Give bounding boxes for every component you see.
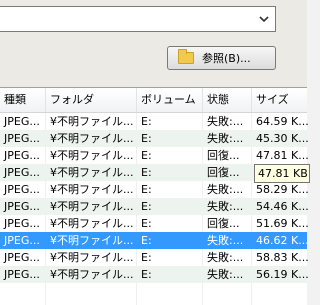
cell-type: JPEG... [4,115,40,128]
size-tooltip: 47.81 KB ( [254,164,310,183]
cell-status: 失敗:... [207,132,244,145]
options-panel: 参照(B)... [0,0,307,87]
cell-type: JPEG... [4,166,40,179]
chevron-down-icon[interactable] [256,10,272,28]
column-header-folder[interactable]: フォルダ [46,88,137,112]
cell-volume: E: [141,251,152,264]
table-row[interactable]: JPEG... ¥不明ファイル... E: 失敗:... 58.29 K... [0,181,309,198]
cell-status: 回復... [207,149,240,162]
column-header-size[interactable]: サイズ [252,88,312,112]
cell-status: 失敗:... [207,115,244,128]
table-row[interactable]: JPEG... ¥不明ファイル... E: 失敗:... 64.59 K... [0,113,309,130]
cell-type: JPEG... [4,217,40,230]
cell-size: 64.59 K... [256,115,309,128]
cell-status: 失敗:... [207,200,244,213]
cell-type: JPEG... [4,149,40,162]
cell-status: 失敗:... [207,234,244,247]
cell-volume: E: [141,149,152,162]
cell-type: JPEG... [4,183,40,196]
cell-type: JPEG... [4,200,40,213]
cell-size: 58.83 K... [256,251,309,264]
destination-combo[interactable] [0,6,276,32]
cell-folder: ¥不明ファイル... [50,132,134,145]
cell-size: 46.62 K... [256,234,309,247]
cell-status: 失敗:... [207,268,244,281]
table-row[interactable]: JPEG... ¥不明ファイル... E: 失敗:... 46.62 K... [0,232,309,249]
folder-icon [178,49,194,64]
cell-size: 58.29 K... [256,183,309,196]
cell-volume: E: [141,132,152,145]
cell-volume: E: [141,183,152,196]
table-row[interactable]: JPEG... ¥不明ファイル... E: 回復... 51.69 K... [0,215,309,232]
cell-folder: ¥不明ファイル... [50,166,134,179]
cell-volume: E: [141,200,152,213]
table-row[interactable]: JPEG... ¥不明ファイル... E: 失敗:... 45.30 K... [0,130,309,147]
cell-size: 51.69 K... [256,217,309,230]
cell-folder: ¥不明ファイル... [50,183,134,196]
cell-status: 失敗:... [207,183,244,196]
cell-type: JPEG... [4,234,40,247]
cell-volume: E: [141,115,152,128]
cell-type: JPEG... [4,132,40,145]
cell-size: 47.81 K... [256,149,309,162]
cell-size: 54.46 K... [256,200,309,213]
column-header-volume[interactable]: ボリューム [137,88,203,112]
cell-folder: ¥不明ファイル... [50,268,134,281]
cell-type: JPEG... [4,268,40,281]
cell-folder: ¥不明ファイル... [50,149,134,162]
cell-status: 回復... [207,217,240,230]
table-row[interactable]: JPEG... ¥不明ファイル... E: 失敗:... 58.83 K... [0,249,309,266]
table-row[interactable]: JPEG... ¥不明ファイル... E: 回復... 47.81 K... [0,147,309,164]
cell-folder: ¥不明ファイル... [50,251,134,264]
cell-folder: ¥不明ファイル... [50,115,134,128]
cell-folder: ¥不明ファイル... [50,200,134,213]
cell-size: 45.30 K... [256,132,309,145]
cell-volume: E: [141,166,152,179]
cell-folder: ¥不明ファイル... [50,217,134,230]
table-row[interactable]: JPEG... ¥不明ファイル... E: 失敗:... 54.46 K... [0,198,309,215]
cell-volume: E: [141,234,152,247]
file-list[interactable]: 種類 フォルダ ボリューム 状態 サイズ JPEG... ¥不明ファイル... E:… [0,87,310,305]
cell-volume: E: [141,268,152,281]
list-header: 種類 フォルダ ボリューム 状態 サイズ [0,88,307,113]
table-row[interactable]: JPEG... ¥不明ファイル... E: 失敗:... 56.19 K... [0,266,309,283]
cell-volume: E: [141,217,152,230]
cell-folder: ¥不明ファイル... [50,234,134,247]
column-header-type[interactable]: 種類 [0,88,46,112]
browse-button-label: 参照(B)... [202,52,251,65]
cell-status: 失敗:... [207,251,244,264]
cell-type: JPEG... [4,251,40,264]
column-header-status[interactable]: 状態 [203,88,252,112]
browse-button[interactable]: 参照(B)... [167,46,276,70]
cell-size: 56.19 K... [256,268,309,281]
cell-status: 回復... [207,166,240,179]
